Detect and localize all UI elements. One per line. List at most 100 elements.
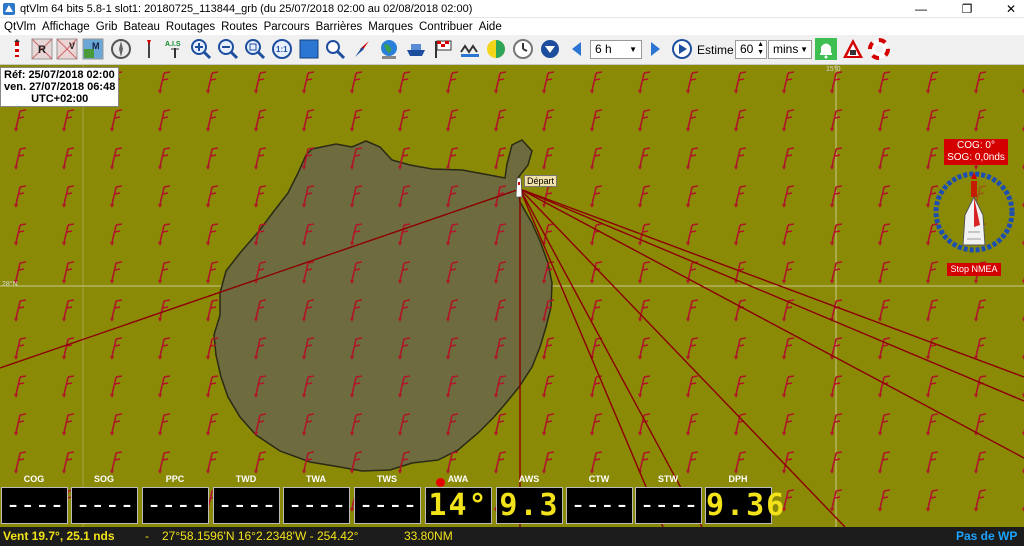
instrument-value: ----: [287, 490, 347, 520]
zoom-out-icon[interactable]: [217, 38, 239, 60]
qtvlm-logo-icon: [3, 2, 15, 15]
instrument-sog[interactable]: SOG ----: [70, 472, 138, 527]
minimize-button[interactable]: —: [906, 0, 936, 18]
menu-grib[interactable]: Grib: [96, 21, 118, 33]
globe-icon[interactable]: [378, 38, 400, 60]
menu-parcours[interactable]: Parcours: [264, 21, 310, 33]
title-bar: qtVlm 64 bits 5.8-1 slot1: 20180725_1138…: [0, 0, 1024, 18]
instrument-label: DPH: [728, 474, 748, 484]
instrument-label: STW: [658, 474, 678, 484]
menu-routes[interactable]: Routes: [221, 21, 257, 33]
next-icon[interactable]: [644, 38, 666, 60]
instrument-twa[interactable]: TWA ----: [282, 472, 350, 527]
play-icon[interactable]: [671, 38, 693, 60]
zoom-in-icon[interactable]: [190, 38, 212, 60]
lifebuoy-icon[interactable]: [868, 38, 890, 60]
menu-aide[interactable]: Aide: [479, 21, 502, 33]
map-view[interactable]: Réf: 25/07/2018 02:00 ven. 27/07/2018 06…: [0, 65, 1024, 527]
now-date: ven. 27/07/2018 06:48: [4, 81, 116, 93]
instrument-twd[interactable]: TWD ----: [212, 472, 280, 527]
compass-widget: [930, 167, 1018, 257]
instrument-label: TWD: [235, 474, 257, 484]
status-wind: Vent 19.7°, 25.1 nds: [3, 529, 115, 543]
chevron-down-icon: ▼: [629, 45, 637, 54]
bell-icon[interactable]: [815, 38, 837, 60]
instrument-value: ----: [639, 490, 699, 520]
menu-marques[interactable]: Marques: [368, 21, 413, 33]
instrument-label: CTW: [588, 474, 610, 484]
instrument-label: AWA: [447, 474, 469, 484]
svg-text:R: R: [38, 44, 46, 56]
instrument-value: ----: [146, 490, 206, 520]
instrument-aws[interactable]: AWS 9.3: [495, 472, 563, 527]
instrument-tws[interactable]: TWS ----: [353, 472, 421, 527]
zoom-fit-icon[interactable]: [244, 38, 266, 60]
zoom-11-icon[interactable]: 1:1: [271, 38, 293, 60]
tide-icon[interactable]: [459, 38, 481, 60]
estime-value-input[interactable]: 60 ▲ ▼: [735, 40, 767, 59]
magnifier-icon[interactable]: [324, 38, 346, 60]
longitude-label: 15°0: [826, 66, 841, 73]
estime-unit: mins: [773, 42, 799, 56]
window-title: qtVlm 64 bits 5.8-1 slot1: 20180725_1138…: [20, 2, 473, 15]
instrument-awa[interactable]: AWA 14°: [424, 472, 492, 527]
chevron-down-icon: ▼: [800, 45, 808, 54]
instrument-dph[interactable]: DPH 9.36: [704, 472, 787, 527]
menu-bateau[interactable]: Bateau: [123, 21, 159, 33]
close-button[interactable]: ✕: [996, 0, 1024, 18]
instrument-screen: ----: [1, 487, 68, 524]
compass-needle-icon[interactable]: [351, 38, 373, 60]
instrument-value: 9.36: [706, 488, 787, 523]
flag-icon[interactable]: [432, 38, 454, 60]
menu-routages[interactable]: Routages: [166, 21, 215, 33]
cog-sog-box: COG: 0° SOG: 0,0nds: [944, 139, 1008, 165]
svg-text:M: M: [92, 41, 100, 51]
instrument-label: PPC: [165, 474, 185, 484]
warning-icon[interactable]: [842, 38, 864, 60]
menu-barrieres[interactable]: Barrières: [316, 21, 363, 33]
instrument-screen: ----: [635, 487, 702, 524]
svg-text:1:1: 1:1: [276, 45, 288, 54]
instrument-ctw[interactable]: CTW ----: [565, 472, 633, 527]
clock-icon[interactable]: [512, 38, 534, 60]
status-separator: -: [145, 529, 149, 543]
ship-icon[interactable]: [405, 38, 427, 60]
square-icon[interactable]: [298, 38, 320, 60]
boat-icon: [515, 177, 523, 198]
prev-icon[interactable]: [566, 38, 588, 60]
lighthouse-icon[interactable]: [6, 38, 28, 60]
stop-nmea-button[interactable]: Stop NMEA: [947, 263, 1001, 276]
instrument-label: SOG: [93, 474, 114, 484]
instrument-stw[interactable]: STW ----: [634, 472, 702, 527]
menu-bar: QtVlm Affichage Grib Bateau Routages Rou…: [0, 18, 1024, 35]
status-coordinates: 27°58.1596'N 16°2.2348'W - 254.42°: [162, 529, 359, 543]
instrument-value: ----: [358, 490, 418, 520]
map-canvas[interactable]: [0, 65, 1024, 527]
status-waypoint: Pas de WP: [956, 529, 1018, 543]
download-icon[interactable]: [539, 38, 561, 60]
spinner-icon[interactable]: ▲ ▼: [757, 41, 764, 57]
sun-icon[interactable]: [485, 38, 507, 60]
map-m-icon[interactable]: M: [82, 38, 104, 60]
instrument-cog[interactable]: COG ----: [0, 472, 68, 527]
maximize-button[interactable]: ❐: [952, 0, 982, 18]
map-nav-v-icon[interactable]: V: [56, 38, 78, 60]
depart-label[interactable]: Départ: [524, 175, 558, 187]
instrument-screen: ----: [283, 487, 350, 524]
status-distance: 33.80NM: [404, 529, 453, 543]
interval-select[interactable]: 6 h ▼: [590, 40, 642, 59]
instrument-value: 9.3: [499, 488, 560, 523]
estime-unit-select[interactable]: mins ▼: [768, 40, 812, 59]
ais-icon[interactable]: A.I.S: [164, 38, 186, 60]
instrument-label: TWA: [306, 474, 326, 484]
barb-icon[interactable]: [138, 38, 160, 60]
app-window: qtVlm 64 bits 5.8-1 slot1: 20180725_1138…: [0, 0, 1024, 546]
instrument-screen: ----: [566, 487, 633, 524]
instrument-label: COG: [23, 474, 45, 484]
menu-qtvlm[interactable]: QtVlm: [4, 21, 36, 33]
menu-affichage[interactable]: Affichage: [42, 21, 90, 33]
instrument-ppc[interactable]: PPC ----: [141, 472, 209, 527]
menu-contribuer[interactable]: Contribuer: [419, 21, 473, 33]
map-r-icon[interactable]: R: [31, 38, 53, 60]
compass-rose-icon[interactable]: [110, 38, 132, 60]
